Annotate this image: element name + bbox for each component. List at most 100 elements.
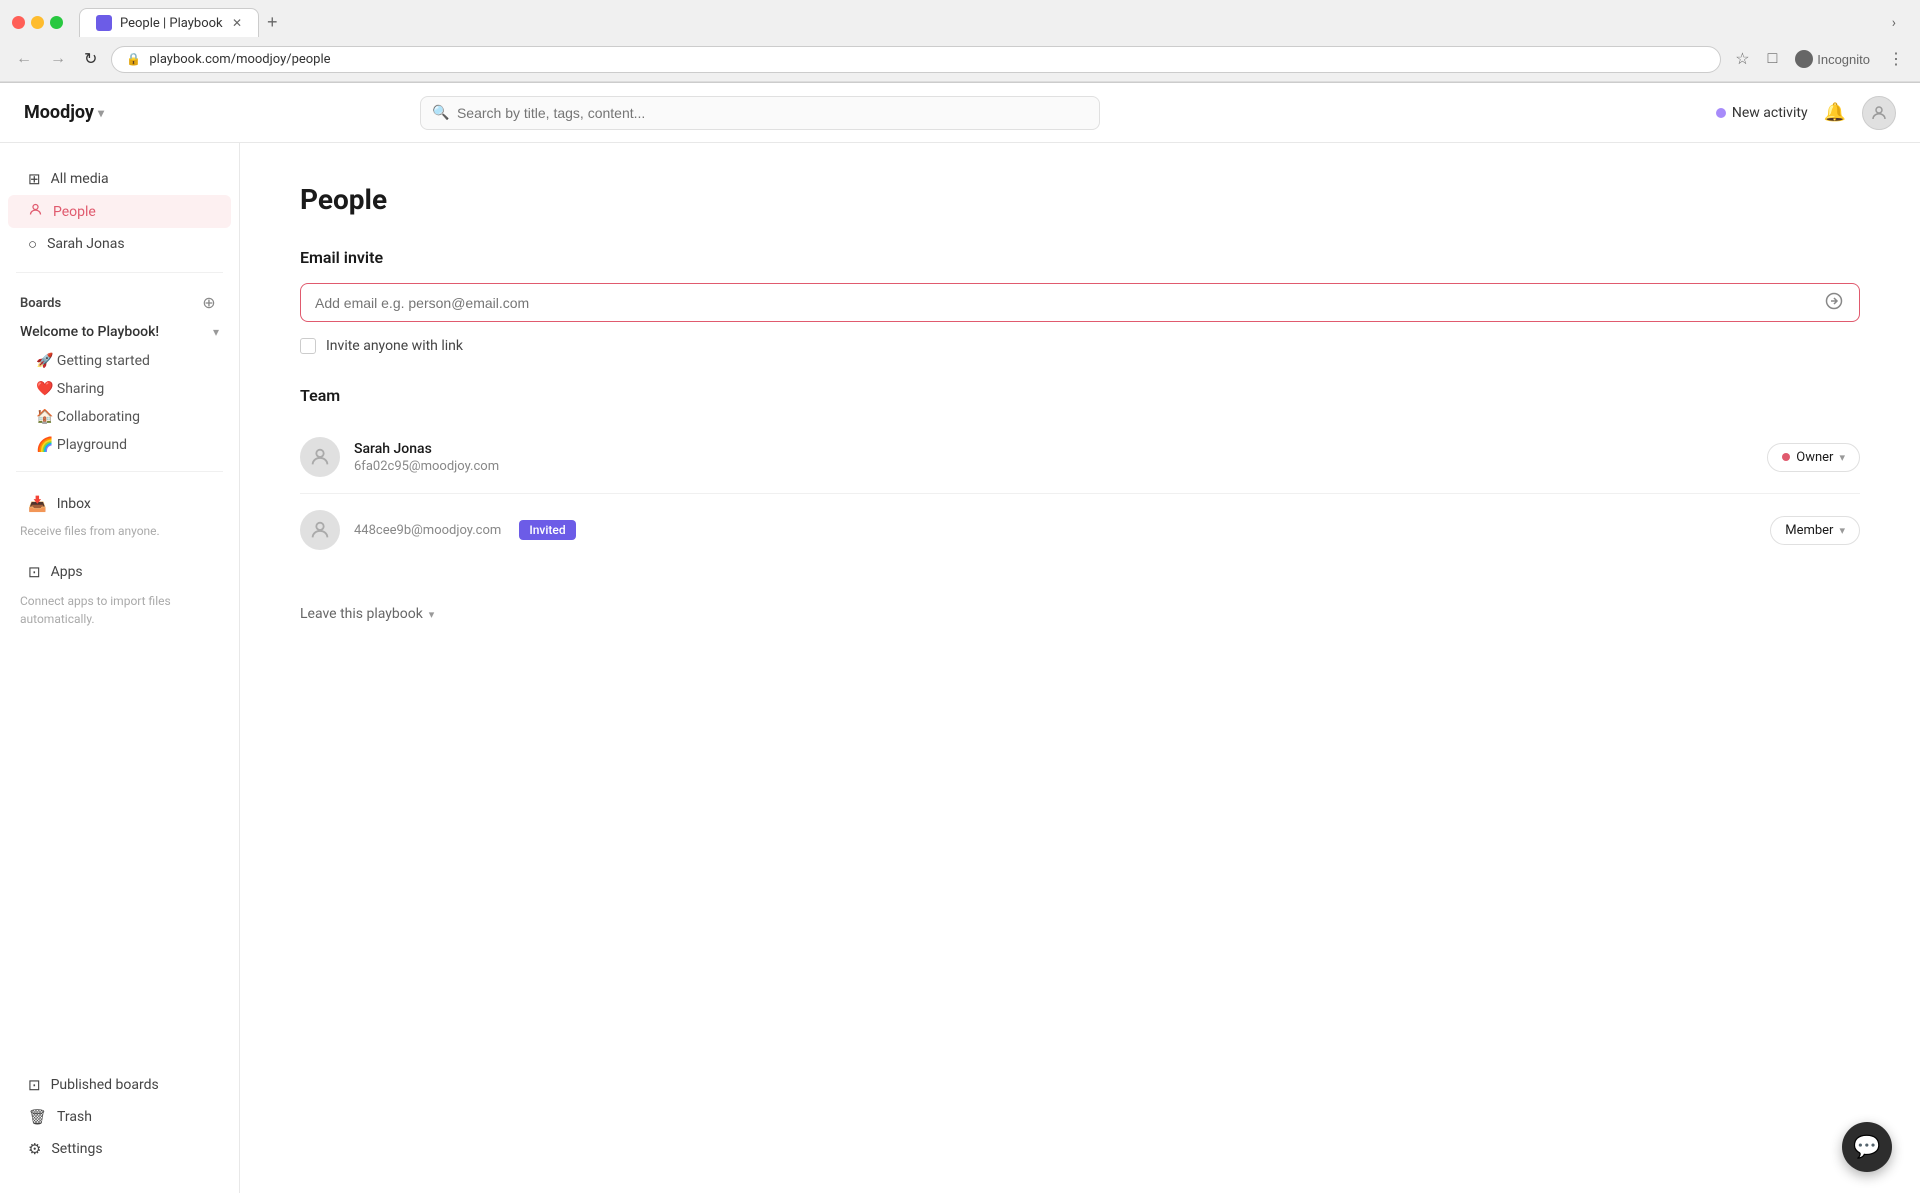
sidebar-item-sarah-jonas[interactable]: ○ Sarah Jonas bbox=[8, 228, 231, 260]
new-activity-button[interactable]: New activity bbox=[1716, 105, 1808, 121]
member-email-sarah: 6fa02c95@moodjoy.com bbox=[354, 459, 1767, 474]
sarah-jonas-icon: ○ bbox=[28, 235, 37, 253]
sidebar-item-inbox[interactable]: 📥 Inbox bbox=[8, 488, 231, 520]
search-wrapper: 🔍 bbox=[420, 96, 1100, 130]
sarah-jonas-label: Sarah Jonas bbox=[47, 236, 124, 252]
member-avatar-sarah bbox=[300, 437, 340, 477]
member-role-label: Member bbox=[1785, 523, 1833, 538]
browser-tabs: People | Playbook ✕ + bbox=[79, 8, 286, 37]
playbook-header[interactable]: Welcome to Playbook! ▾ bbox=[8, 317, 231, 347]
apps-sublabel: Connect apps to import files automatical… bbox=[0, 588, 239, 632]
inbox-label: Inbox bbox=[57, 496, 91, 512]
invite-link-label[interactable]: Invite anyone with link bbox=[326, 338, 463, 354]
people-icon bbox=[28, 202, 43, 221]
role-chevron-icon: ▾ bbox=[1839, 451, 1845, 464]
menu-button[interactable]: ⋮ bbox=[1884, 45, 1908, 73]
account-label: Incognito bbox=[1817, 52, 1870, 67]
member-role-sarah: Owner ▾ bbox=[1767, 443, 1860, 472]
tab-title: People | Playbook bbox=[120, 16, 223, 31]
send-icon bbox=[1825, 292, 1843, 313]
member-role-448: Member ▾ bbox=[1770, 516, 1860, 545]
new-activity-label: New activity bbox=[1732, 105, 1808, 121]
app-body: ⊞ All media People ○ Sarah Jonas Board bbox=[0, 143, 1920, 1193]
sidebar-item-getting-started[interactable]: 🚀 Getting started bbox=[20, 347, 227, 375]
member-info-448: 448cee9b@moodjoy.com Invited bbox=[354, 520, 1770, 540]
playbook-label: Welcome to Playbook! bbox=[20, 324, 159, 340]
avatar-icon bbox=[1870, 104, 1888, 122]
sidebar-item-sharing[interactable]: ❤️ Sharing bbox=[20, 375, 227, 403]
owner-role-dropdown[interactable]: Owner ▾ bbox=[1767, 443, 1860, 472]
boards-section: Boards ⊕ Welcome to Playbook! ▾ 🚀 Gettin… bbox=[0, 281, 239, 463]
sidebar-item-published-boards[interactable]: ⊡ Published boards bbox=[8, 1069, 231, 1101]
header-actions: New activity 🔔 bbox=[1716, 96, 1896, 130]
app: Moodjoy ▾ 🔍 New activity 🔔 bbox=[0, 83, 1920, 1193]
leave-playbook-label: Leave this playbook bbox=[300, 606, 423, 622]
leave-chevron-icon: ▾ bbox=[429, 608, 435, 621]
new-tab-button[interactable]: + bbox=[259, 8, 286, 37]
member-role-dropdown[interactable]: Member ▾ bbox=[1770, 516, 1860, 545]
minimize-dot[interactable] bbox=[31, 16, 44, 29]
sidebar-item-trash[interactable]: 🗑 Trash bbox=[8, 1101, 231, 1133]
role-dot bbox=[1782, 453, 1790, 461]
tab-end: › bbox=[294, 15, 1908, 31]
member-email-448: 448cee9b@moodjoy.com bbox=[354, 523, 501, 538]
account-icon bbox=[1795, 50, 1813, 68]
back-button[interactable]: ← bbox=[12, 46, 36, 72]
playbook-chevron-icon: ▾ bbox=[213, 325, 219, 339]
browser-chrome: People | Playbook ✕ + › ← → ↻ 🔒 playbook… bbox=[0, 0, 1920, 83]
bell-icon[interactable]: 🔔 bbox=[1824, 102, 1846, 123]
member-avatar-448 bbox=[300, 510, 340, 550]
reload-button[interactable]: ↻ bbox=[80, 45, 101, 73]
sidebar-item-collaborating[interactable]: 🏠 Collaborating bbox=[20, 403, 227, 431]
leave-playbook-button[interactable]: Leave this playbook ▾ bbox=[300, 598, 1860, 630]
chat-button[interactable]: 💬 bbox=[1842, 1122, 1892, 1172]
avatar-icon bbox=[309, 519, 331, 541]
invite-link-checkbox[interactable] bbox=[300, 338, 316, 354]
toolbar-actions: ☆ □ Incognito ⋮ bbox=[1731, 45, 1908, 73]
extensions-button[interactable]: □ bbox=[1764, 46, 1782, 72]
sidebar-item-all-media[interactable]: ⊞ All media bbox=[8, 163, 231, 195]
lock-icon: 🔒 bbox=[126, 52, 141, 66]
app-logo[interactable]: Moodjoy ▾ bbox=[24, 102, 104, 123]
invite-link-row: Invite anyone with link bbox=[300, 338, 1860, 354]
email-invite-row bbox=[300, 283, 1860, 322]
sidebar-item-apps[interactable]: ⊡ Apps bbox=[8, 556, 231, 588]
sidebar-item-playground[interactable]: 🌈 Playground bbox=[20, 431, 227, 459]
playbook-item: Welcome to Playbook! ▾ 🚀 Getting started… bbox=[8, 317, 231, 459]
chat-icon: 💬 bbox=[1853, 1135, 1880, 1160]
sidebar-item-settings[interactable]: ⚙ Settings bbox=[8, 1133, 231, 1165]
sidebar-main-section: ⊞ All media People ○ Sarah Jonas bbox=[0, 159, 239, 264]
email-invite-send-button[interactable] bbox=[1809, 283, 1860, 322]
address-bar[interactable]: 🔒 playbook.com/moodjoy/people bbox=[111, 46, 1721, 73]
search-input[interactable] bbox=[420, 96, 1100, 130]
boards-header: Boards ⊕ bbox=[0, 285, 239, 317]
invited-badge: Invited bbox=[519, 520, 575, 540]
add-board-button[interactable]: ⊕ bbox=[199, 293, 219, 313]
tab-close-button[interactable]: ✕ bbox=[232, 16, 242, 30]
close-dot[interactable] bbox=[12, 16, 25, 29]
apps-icon: ⊡ bbox=[28, 563, 41, 581]
maximize-dot[interactable] bbox=[50, 16, 63, 29]
account-button[interactable]: Incognito bbox=[1791, 46, 1874, 72]
apps-section: ⊡ Apps Connect apps to import files auto… bbox=[0, 548, 239, 640]
email-invite-input[interactable] bbox=[300, 283, 1809, 322]
email-invite-title: Email invite bbox=[300, 248, 1860, 267]
sidebar-item-people[interactable]: People bbox=[8, 195, 231, 228]
email-invite-section: Email invite Invite anyone with link bbox=[300, 248, 1860, 354]
active-tab[interactable]: People | Playbook ✕ bbox=[79, 8, 259, 37]
playground-label: 🌈 Playground bbox=[36, 437, 127, 453]
forward-button[interactable]: → bbox=[46, 46, 70, 72]
user-avatar[interactable] bbox=[1862, 96, 1896, 130]
settings-icon: ⚙ bbox=[28, 1140, 41, 1158]
inbox-sublabel: Receive files from anyone. bbox=[0, 520, 239, 540]
page-title: People bbox=[300, 183, 1860, 216]
app-header: Moodjoy ▾ 🔍 New activity 🔔 bbox=[0, 83, 1920, 143]
owner-role-label: Owner bbox=[1796, 450, 1833, 465]
people-label: People bbox=[53, 204, 96, 220]
tabs-chevron-icon: › bbox=[1892, 15, 1896, 31]
getting-started-label: 🚀 Getting started bbox=[36, 353, 150, 369]
bookmark-button[interactable]: ☆ bbox=[1731, 45, 1753, 73]
playbook-sub-items: 🚀 Getting started ❤️ Sharing 🏠 Collabora… bbox=[8, 347, 231, 459]
table-row: 448cee9b@moodjoy.com Invited Member ▾ bbox=[300, 494, 1860, 566]
sidebar-divider-1 bbox=[16, 272, 223, 273]
